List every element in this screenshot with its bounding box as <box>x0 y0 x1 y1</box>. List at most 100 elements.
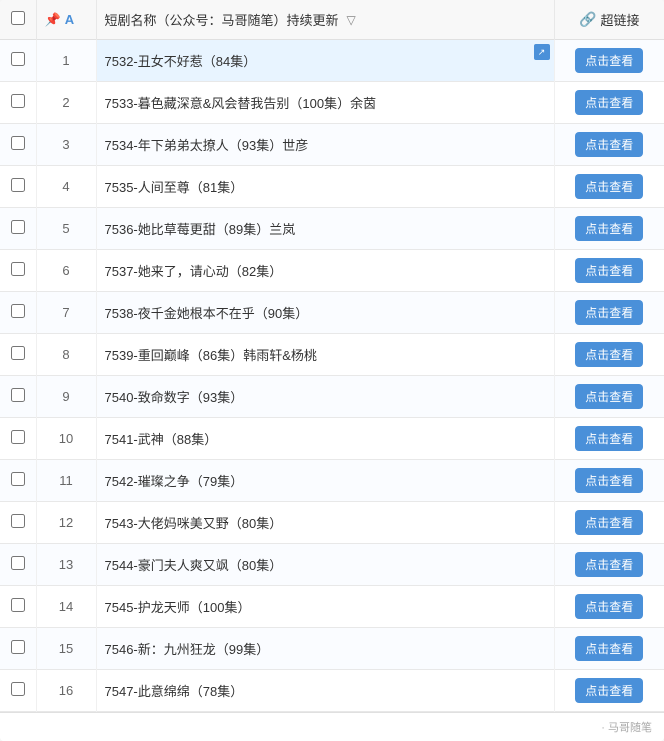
view-button[interactable]: 点击查看 <box>575 342 643 367</box>
footer-bar: · 马哥随笔 <box>0 712 664 741</box>
table-row: 87539-重回巅峰（86集）韩雨轩&杨桃点击查看 <box>0 334 664 376</box>
row-checkbox[interactable] <box>11 514 25 528</box>
row-checkbox[interactable] <box>11 178 25 192</box>
row-number: 10 <box>36 418 96 460</box>
row-link-cell: 点击查看 <box>554 334 664 376</box>
row-checkbox[interactable] <box>11 94 25 108</box>
view-button[interactable]: 点击查看 <box>575 510 643 535</box>
row-checkbox-cell <box>0 292 36 334</box>
row-title-text: 7537-她来了，请心动（82集） <box>105 264 283 279</box>
row-checkbox-cell <box>0 460 36 502</box>
row-title: 7542-璀璨之争（79集） <box>96 460 554 502</box>
row-checkbox-cell <box>0 82 36 124</box>
row-link-cell: 点击查看 <box>554 376 664 418</box>
row-checkbox[interactable] <box>11 430 25 444</box>
select-all-checkbox[interactable] <box>11 11 25 25</box>
view-button[interactable]: 点击查看 <box>575 468 643 493</box>
row-number: 3 <box>36 124 96 166</box>
row-checkbox[interactable] <box>11 640 25 654</box>
row-title-text: 7546-新：九州狂龙（99集） <box>105 642 270 657</box>
table-row: 107541-武神（88集） 点击查看 <box>0 418 664 460</box>
view-button[interactable]: 点击查看 <box>575 552 643 577</box>
view-button[interactable]: 点击查看 <box>575 90 643 115</box>
view-button[interactable]: 点击查看 <box>575 48 643 73</box>
view-button[interactable]: 点击查看 <box>575 384 643 409</box>
row-title: 7537-她来了，请心动（82集） <box>96 250 554 292</box>
row-link-cell: 点击查看 <box>554 250 664 292</box>
table-row: 15 7546-新：九州狂龙（99集） 点击查看 <box>0 628 664 670</box>
row-link-cell: 点击查看 <box>554 292 664 334</box>
row-checkbox[interactable] <box>11 598 25 612</box>
footer-watermark: · 马哥随笔 <box>601 719 652 735</box>
row-checkbox-cell <box>0 334 36 376</box>
row-title: 7547-此意绵绵（78集） <box>96 670 554 712</box>
row-title: 7541-武神（88集） <box>96 418 554 460</box>
row-checkbox-cell <box>0 586 36 628</box>
row-number: 15 <box>36 628 96 670</box>
link-header-icon: 🔗 <box>579 11 596 28</box>
row-link-cell: 点击查看 <box>554 124 664 166</box>
row-number: 8 <box>36 334 96 376</box>
row-number: 16 <box>36 670 96 712</box>
header-link-cell: 🔗 超链接 <box>554 0 664 40</box>
row-checkbox[interactable] <box>11 682 25 696</box>
header-icons-cell: 📌 A <box>36 0 96 40</box>
title-column-label: 短剧名称（公众号：马哥随笔）持续更新 <box>105 10 339 29</box>
row-checkbox[interactable] <box>11 388 25 402</box>
row-checkbox[interactable] <box>11 346 25 360</box>
row-number: 14 <box>36 586 96 628</box>
row-title: 7532-丑女不好惹（84集） <box>96 40 554 82</box>
row-checkbox-cell <box>0 40 36 82</box>
view-button[interactable]: 点击查看 <box>575 300 643 325</box>
row-link-cell: 点击查看 <box>554 586 664 628</box>
row-checkbox[interactable] <box>11 220 25 234</box>
view-button[interactable]: 点击查看 <box>575 426 643 451</box>
view-button[interactable]: 点击查看 <box>575 678 643 703</box>
filter-icon[interactable]: ▽ <box>347 13 356 27</box>
table-row: 57536-她比草莓更甜（89集）兰岚点击查看 <box>0 208 664 250</box>
row-checkbox-cell <box>0 544 36 586</box>
external-link-icon[interactable] <box>534 44 550 60</box>
row-checkbox-cell <box>0 670 36 712</box>
row-title: 7534-年下弟弟太撩人（93集）世彦 <box>96 124 554 166</box>
view-button[interactable]: 点击查看 <box>575 594 643 619</box>
row-checkbox[interactable] <box>11 304 25 318</box>
view-button[interactable]: 点击查看 <box>575 636 643 661</box>
row-title: 7540-致命数字（93集） <box>96 376 554 418</box>
row-title: 7539-重回巅峰（86集）韩雨轩&杨桃 <box>96 334 554 376</box>
table-row: 47535-人间至尊（81集）点击查看 <box>0 166 664 208</box>
row-checkbox[interactable] <box>11 472 25 486</box>
row-title-text: 7540-致命数字（93集） <box>105 390 244 405</box>
text-icon: A <box>65 12 74 27</box>
row-checkbox[interactable] <box>11 556 25 570</box>
row-checkbox[interactable] <box>11 136 25 150</box>
row-link-cell: 点击查看 <box>554 670 664 712</box>
header-checkbox-cell <box>0 0 36 40</box>
row-checkbox-cell <box>0 502 36 544</box>
row-title-text: 7545-护龙天师（100集） <box>105 600 251 615</box>
table-row: 97540-致命数字（93集）点击查看 <box>0 376 664 418</box>
row-checkbox-cell <box>0 124 36 166</box>
row-title-text: 7533-暮色藏深意&风会替我告别（100集）余茵 <box>105 96 377 111</box>
view-button[interactable]: 点击查看 <box>575 258 643 283</box>
pin-icon: 📌 <box>45 12 61 28</box>
view-button[interactable]: 点击查看 <box>575 174 643 199</box>
view-button[interactable]: 点击查看 <box>575 216 643 241</box>
row-link-cell: 点击查看 <box>554 460 664 502</box>
row-checkbox-cell <box>0 628 36 670</box>
view-button[interactable]: 点击查看 <box>575 132 643 157</box>
data-table: 📌 A 短剧名称（公众号：马哥随笔）持续更新 ▽ 🔗 超链接 <box>0 0 664 712</box>
row-link-cell: 点击查看 <box>554 166 664 208</box>
row-checkbox[interactable] <box>11 262 25 276</box>
row-checkbox[interactable] <box>11 52 25 66</box>
row-title-text: 7544-豪门夫人爽又飒（80集） <box>105 558 283 573</box>
row-title-text: 7534-年下弟弟太撩人（93集）世彦 <box>105 138 309 153</box>
row-link-cell: 点击查看 <box>554 208 664 250</box>
row-title: 7545-护龙天师（100集） <box>96 586 554 628</box>
row-title: 7535-人间至尊（81集） <box>96 166 554 208</box>
table-row: 127543-大佬妈咪美又野（80集）点击查看 <box>0 502 664 544</box>
row-number: 12 <box>36 502 96 544</box>
row-link-cell: 点击查看 <box>554 502 664 544</box>
row-number: 5 <box>36 208 96 250</box>
table-row: 77538-夜千金她根本不在乎（90集）点击查看 <box>0 292 664 334</box>
